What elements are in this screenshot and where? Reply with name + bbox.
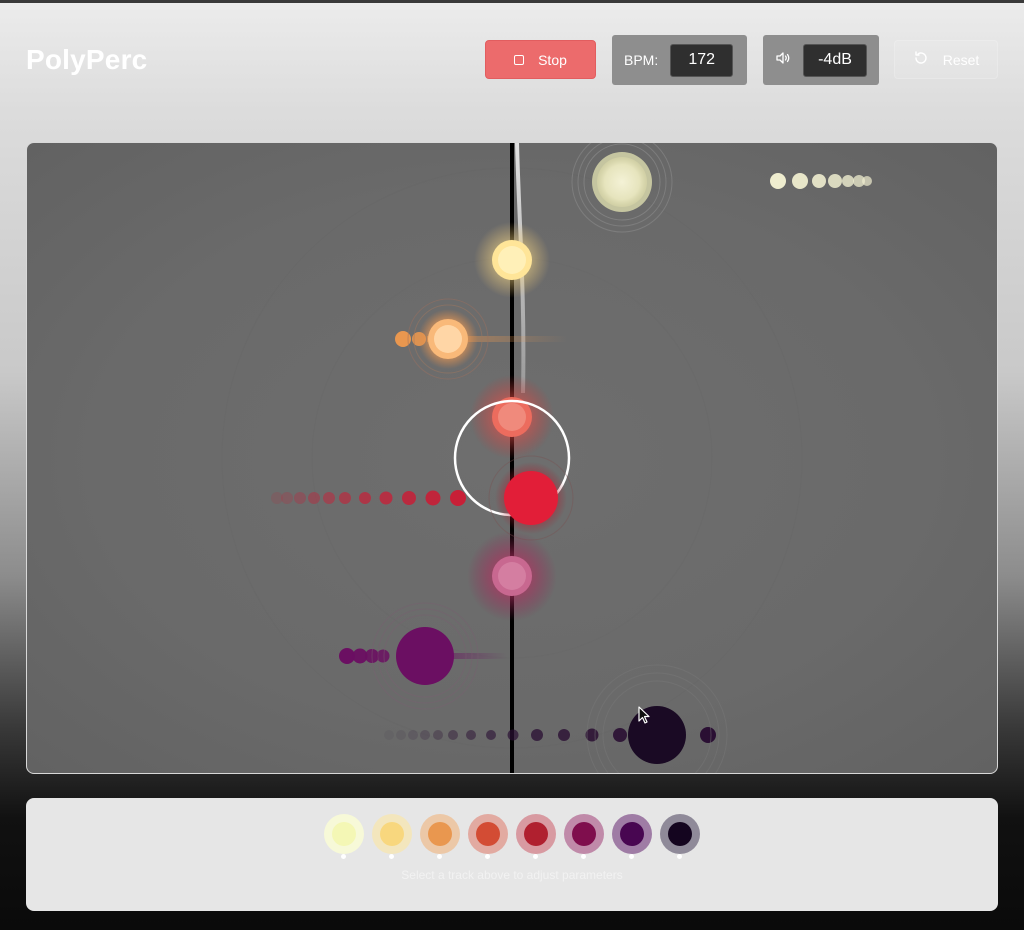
rotate-ccw-icon — [913, 50, 929, 69]
reset-label: Reset — [942, 51, 980, 68]
app-title: PolyPerc — [26, 44, 148, 75]
track-button-5[interactable] — [516, 814, 556, 859]
reset-button[interactable]: Reset — [894, 40, 998, 79]
sound-node-orange — [407, 298, 489, 380]
stop-label: Stop — [538, 51, 567, 68]
sound-node-dark — [586, 664, 728, 773]
track-button-1[interactable] — [324, 814, 364, 859]
track-indicator-dot — [485, 854, 490, 859]
track-indicator-dot — [581, 854, 586, 859]
track-indicator-dot — [389, 854, 394, 859]
sequencer-visualization — [221, 143, 872, 773]
sound-node-red — [470, 375, 554, 459]
track-color-swatch — [380, 822, 404, 846]
mouse-cursor-icon — [638, 706, 650, 724]
track-indicator-dot — [533, 854, 538, 859]
sequencer-canvas[interactable] — [26, 142, 998, 774]
bpm-label: BPM: — [624, 52, 659, 68]
bpm-control: BPM: 172 — [612, 35, 747, 85]
track-color-swatch — [620, 822, 644, 846]
track-selector — [26, 814, 998, 859]
sound-node-magenta — [467, 531, 557, 621]
track-color-swatch — [572, 822, 596, 846]
sound-node-yellow — [474, 222, 550, 298]
stop-button[interactable]: Stop — [485, 40, 596, 79]
track-indicator-dot — [629, 854, 634, 859]
sound-node-crimson — [488, 455, 574, 541]
speaker-volume-icon — [775, 51, 791, 70]
trail-dots-crimson — [271, 490, 466, 506]
trail-dots-cream — [770, 173, 872, 189]
track-button-2[interactable] — [372, 814, 412, 859]
track-panel: Select a track above to adjust parameter… — [26, 798, 998, 911]
trail-purple — [447, 653, 507, 659]
track-color-swatch — [428, 822, 452, 846]
track-color-swatch — [524, 822, 548, 846]
track-color-swatch — [332, 822, 356, 846]
track-button-3[interactable] — [420, 814, 460, 859]
volume-input[interactable]: -4dB — [803, 43, 867, 77]
bpm-input[interactable]: 172 — [670, 43, 734, 77]
track-indicator-dot — [437, 854, 442, 859]
sound-node-cream — [571, 143, 673, 233]
track-button-7[interactable] — [612, 814, 652, 859]
track-button-6[interactable] — [564, 814, 604, 859]
stop-square-icon — [514, 54, 525, 65]
track-hint: Select a track above to adjust parameter… — [401, 868, 623, 882]
track-color-swatch — [668, 822, 692, 846]
track-color-swatch — [476, 822, 500, 846]
trail-dots-purple — [339, 648, 390, 664]
track-indicator-dot — [341, 854, 346, 859]
track-indicator-dot — [677, 854, 682, 859]
track-button-4[interactable] — [468, 814, 508, 859]
volume-control: -4dB — [763, 35, 879, 85]
window-top-border — [0, 0, 1024, 3]
track-button-8[interactable] — [660, 814, 700, 859]
